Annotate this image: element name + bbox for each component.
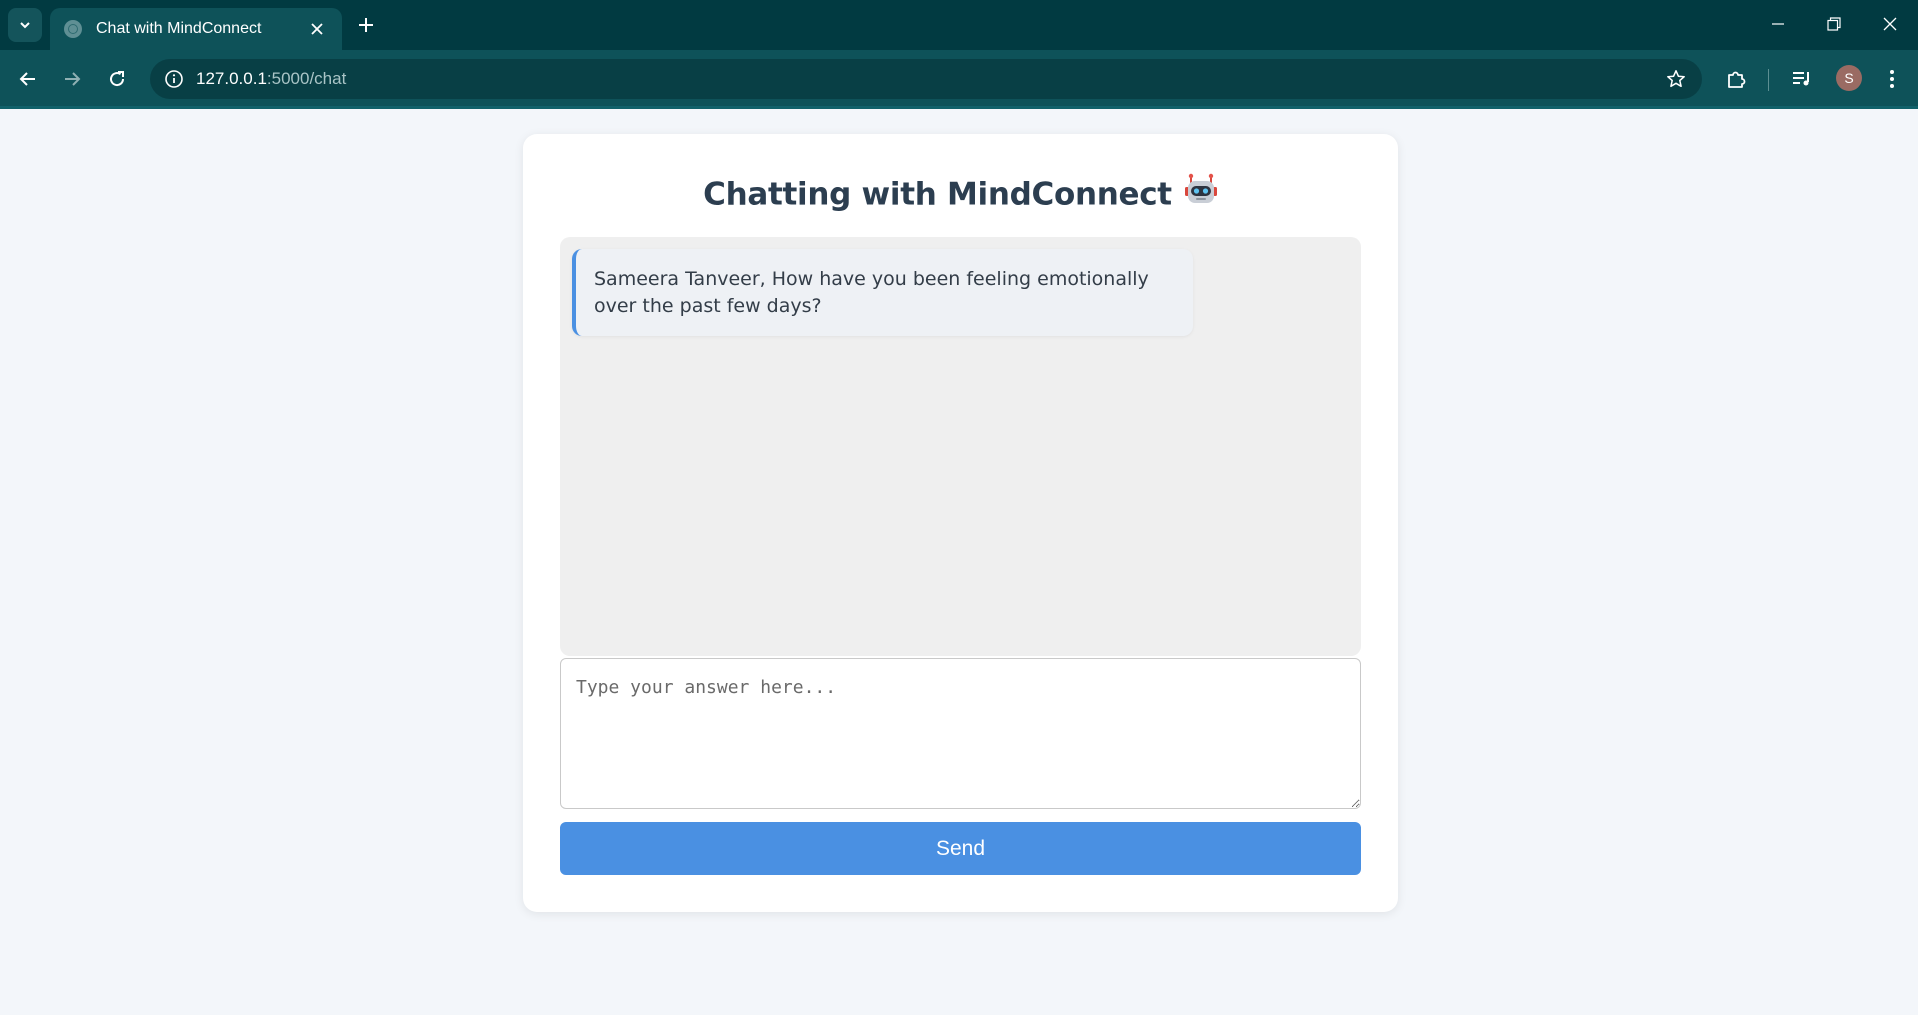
address-bar[interactable]: 127.0.0.1:5000/chat (150, 59, 1702, 99)
browser-toolbar: 127.0.0.1:5000/chat S (0, 50, 1918, 108)
close-window-button[interactable] (1862, 0, 1918, 48)
info-icon[interactable] (162, 67, 186, 91)
tab-title: Chat with MindConnect (96, 20, 262, 37)
browser-tab-strip: Chat with MindConnect (0, 0, 1918, 50)
media-controls-button[interactable] (1784, 61, 1820, 97)
robot-icon (1184, 173, 1218, 213)
plus-icon (359, 18, 373, 32)
url-host: 127.0.0.1 (196, 69, 267, 88)
arrow-right-icon (65, 72, 81, 86)
arrow-left-icon (19, 72, 35, 86)
minimize-icon (1772, 23, 1784, 25)
new-tab-button[interactable] (352, 11, 380, 39)
reload-button[interactable] (99, 61, 135, 97)
toolbar-divider (1768, 69, 1769, 91)
extensions-button[interactable] (1718, 61, 1754, 97)
reload-icon (110, 71, 125, 87)
tab-search-button[interactable] (8, 8, 42, 42)
chevron-down-icon (20, 22, 30, 29)
page-title-text: Chatting with MindConnect (703, 176, 1172, 213)
star-icon (1667, 70, 1685, 88)
media-queue-icon (1793, 72, 1809, 86)
answer-input[interactable] (560, 658, 1361, 809)
minimize-button[interactable] (1750, 0, 1806, 48)
close-icon (1883, 17, 1897, 31)
chat-card: Chatting with MindConnect Sameera Tanvee… (523, 134, 1398, 912)
active-tab[interactable]: Chat with MindConnect (50, 8, 342, 50)
forward-button[interactable] (54, 61, 90, 97)
url-path: :5000/chat (266, 69, 347, 88)
url-text: 127.0.0.1:5000/chat (196, 69, 346, 89)
back-button[interactable] (10, 61, 46, 97)
chat-history[interactable]: Sameera Tanveer, How have you been feeli… (560, 237, 1361, 656)
tab-close-button[interactable] (306, 18, 328, 40)
send-button[interactable]: Send (560, 822, 1361, 875)
page-title: Chatting with MindConnect (523, 173, 1398, 216)
globe-icon (64, 20, 82, 38)
restore-icon (1827, 17, 1841, 31)
kebab-menu-icon (1890, 70, 1894, 88)
bot-message: Sameera Tanveer, How have you been feeli… (572, 249, 1193, 336)
bookmark-star-button[interactable] (1664, 67, 1688, 91)
close-icon (311, 23, 323, 35)
restore-button[interactable] (1806, 0, 1862, 48)
browser-menu-button[interactable] (1874, 61, 1910, 97)
profile-avatar[interactable]: S (1836, 65, 1862, 91)
toolbar-border (0, 106, 1918, 109)
puzzle-icon (1728, 71, 1746, 88)
